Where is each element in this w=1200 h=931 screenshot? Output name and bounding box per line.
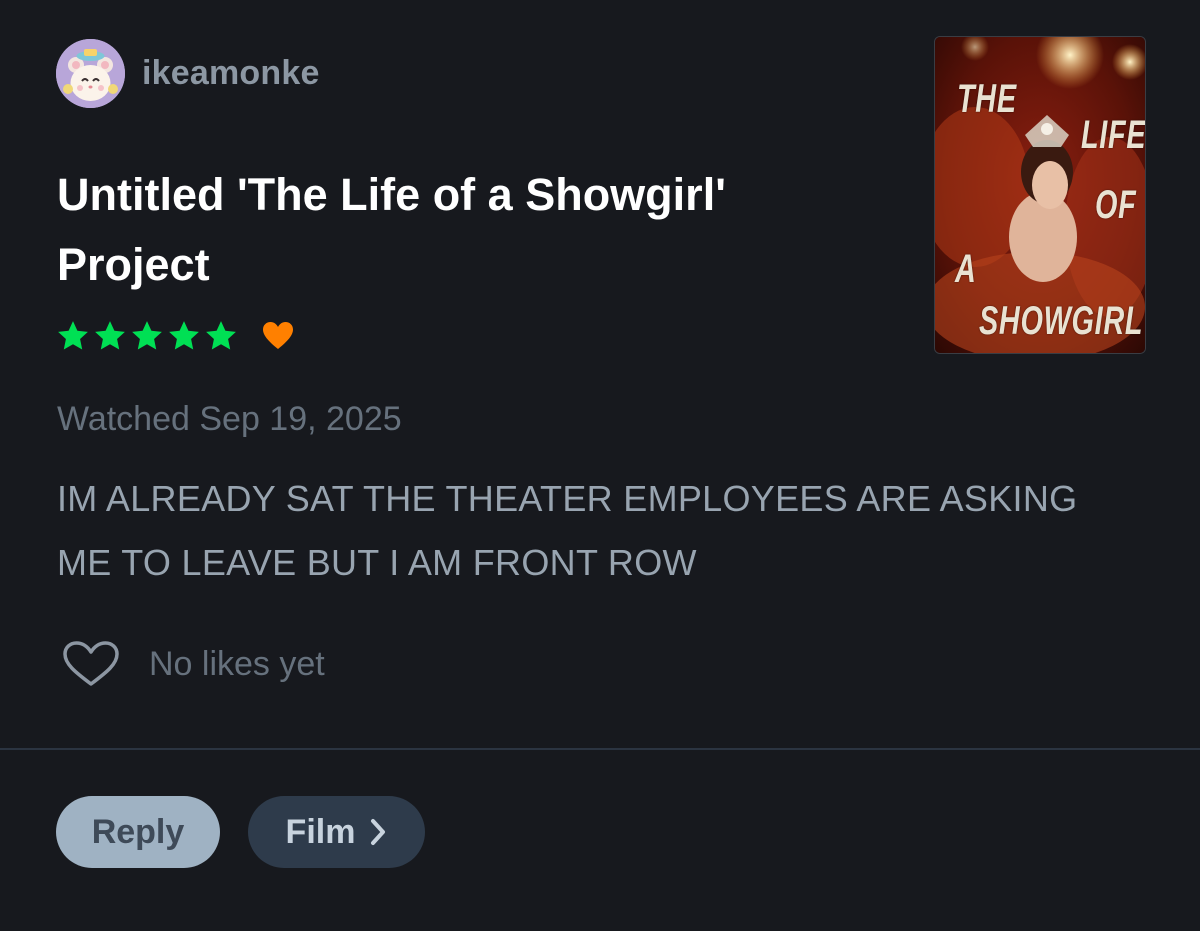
poster-word: THE (957, 77, 1017, 121)
username[interactable]: ikeamonke (142, 54, 320, 93)
poster-word: OF (1095, 183, 1137, 227)
film-button-label: Film (285, 812, 356, 851)
rating (56, 316, 294, 356)
heart-outline-icon[interactable] (62, 640, 120, 688)
review-text: IM ALREADY SAT THE THEATER EMPLOYEES ARE… (57, 478, 1078, 583)
star-icon (95, 321, 125, 350)
chevron-right-icon (371, 819, 386, 845)
star-rating (56, 319, 238, 353)
film-button[interactable]: Film (248, 796, 425, 868)
film-title[interactable]: Untitled 'The Life of a Showgirl' Projec… (57, 160, 877, 300)
film-poster[interactable]: THE LIFE OF A SHOWGIRL (934, 36, 1146, 354)
star-icon (58, 321, 88, 350)
avatar[interactable] (56, 39, 125, 108)
liked-heart-icon (263, 322, 293, 349)
poster-word: A (955, 247, 977, 291)
star-icon (206, 321, 236, 350)
star-icon (169, 321, 199, 350)
reply-button[interactable]: Reply (56, 796, 220, 868)
divider (0, 748, 1200, 750)
watched-date: Watched Sep 19, 2025 (57, 400, 402, 438)
poster-word: LIFE (1081, 113, 1146, 157)
star-icon (132, 321, 162, 350)
reply-button-label: Reply (91, 812, 185, 851)
likes-label: No likes yet (149, 644, 325, 683)
hamster-avatar-icon (56, 39, 125, 108)
likes: No likes yet (62, 640, 325, 688)
poster-word: SHOWGIRL (979, 299, 1144, 343)
